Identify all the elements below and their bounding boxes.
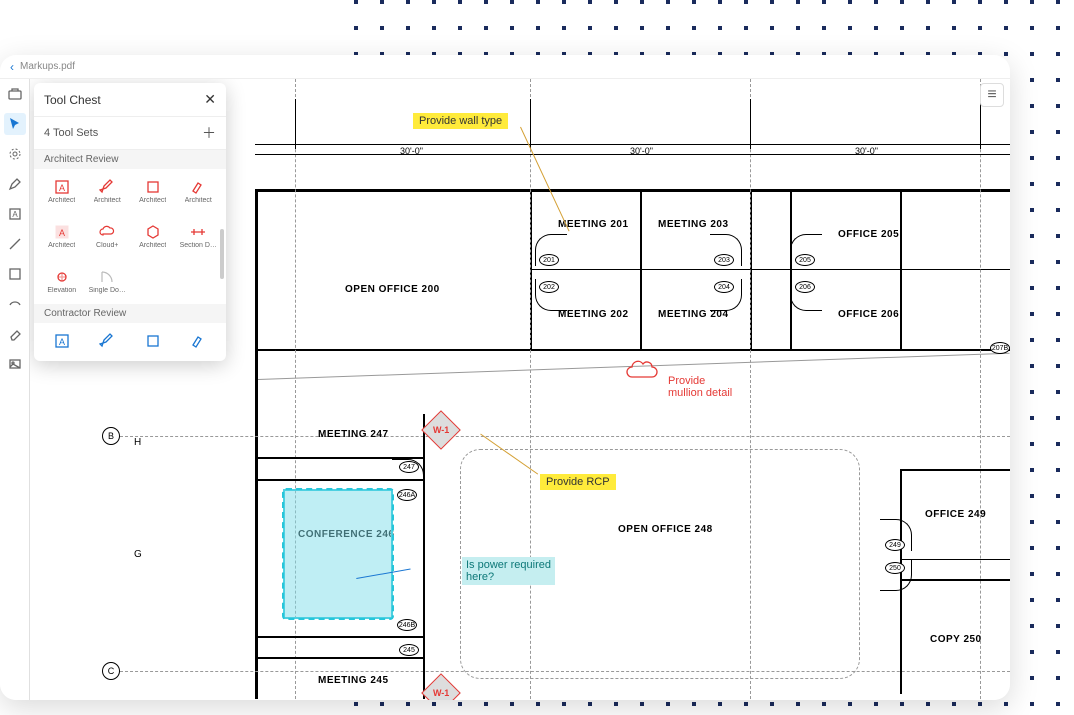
tool-highlighter[interactable] [177, 329, 221, 355]
section-contractor[interactable]: Contractor Review [34, 304, 226, 323]
tool-cloud[interactable]: Cloud+ [86, 220, 130, 253]
annotation-wall-type[interactable]: Provide wall type [413, 113, 508, 129]
svg-text:A: A [59, 337, 65, 347]
annotation-power[interactable]: Is power required here? [462, 557, 555, 585]
image-tool[interactable] [4, 353, 26, 375]
tool-section[interactable]: Section D… [177, 220, 221, 253]
tool-rect[interactable]: Architect [131, 175, 175, 208]
room-m202: MEETING 202 [558, 309, 629, 320]
room-m245: MEETING 245 [318, 675, 389, 686]
cursor-tool[interactable] [4, 113, 26, 135]
text-tool[interactable]: A [4, 203, 26, 225]
marker-w1[interactable]: W-1 [421, 410, 461, 450]
panel-title: Tool Chest [44, 93, 101, 107]
add-toolset-icon[interactable]: ＋ [202, 123, 216, 143]
tool-A-box[interactable]: AArchitect [40, 175, 84, 208]
room-o205: OFFICE 205 [838, 229, 899, 240]
room-open248: OPEN OFFICE 248 [618, 524, 713, 535]
grid-bubble-b: B [102, 427, 120, 445]
tool-pen[interactable] [86, 329, 130, 355]
cloud-markup[interactable] [624, 357, 664, 387]
tool-pen[interactable]: Architect [86, 175, 130, 208]
cyan-highlight-region[interactable] [283, 489, 393, 619]
dimension-2: 30'-0" [630, 146, 653, 156]
door-tag-245: 245 [399, 644, 419, 656]
room-open-200: OPEN OFFICE 200 [345, 284, 440, 295]
toolset-count: 4 Tool Sets [44, 127, 98, 139]
gear-icon[interactable] [4, 143, 26, 165]
svg-text:A: A [59, 228, 65, 238]
tool-A-box[interactable]: A [40, 329, 84, 355]
document-filename: Markups.pdf [20, 61, 75, 72]
shape-tool[interactable] [4, 263, 26, 285]
toolbox-icon[interactable] [4, 83, 26, 105]
vertical-toolbar: A [0, 79, 30, 700]
back-button[interactable]: ‹ [10, 60, 14, 74]
svg-text:A: A [59, 183, 65, 193]
measure-tool[interactable] [4, 293, 26, 315]
eraser-tool[interactable] [4, 323, 26, 345]
grid-bubble-c: C [102, 662, 120, 680]
svg-text:A: A [12, 210, 18, 219]
marker-w1-lower[interactable]: W-1 [421, 673, 461, 700]
dimension-3: 30'-0" [855, 146, 878, 156]
room-copy250: COPY 250 [930, 634, 982, 645]
app-window: ‹ Markups.pdf A ≡ Tool Chest ✕ [0, 55, 1010, 700]
dimension-1: 30'-0" [400, 146, 423, 156]
annotation-rcp[interactable]: Provide RCP [540, 474, 616, 490]
line-tool[interactable] [4, 233, 26, 255]
close-icon[interactable]: ✕ [204, 91, 216, 108]
tool-door[interactable]: Single Do… [86, 265, 130, 298]
tool-rect[interactable] [131, 329, 175, 355]
workspace: A ≡ Tool Chest ✕ 4 Tool Sets ＋ Architect… [0, 79, 1010, 700]
tool-chest-panel: Tool Chest ✕ 4 Tool Sets ＋ Architect Rev… [34, 83, 226, 361]
room-o249: OFFICE 249 [925, 509, 986, 520]
door-tag-207b: 207B [990, 342, 1010, 354]
tool-A-fill[interactable]: AArchitect [40, 220, 84, 253]
drawing-canvas[interactable]: ≡ Tool Chest ✕ 4 Tool Sets ＋ Architect R… [30, 79, 1010, 700]
section-architect[interactable]: Architect Review [34, 150, 226, 169]
titlebar: ‹ Markups.pdf [0, 55, 1010, 79]
annotation-mullion[interactable]: Provide mullion detail [668, 375, 732, 399]
tool-hexagon[interactable]: Architect [131, 220, 175, 253]
hamburger-menu-icon[interactable]: ≡ [980, 83, 1004, 107]
room-m247: MEETING 247 [318, 429, 389, 440]
scrollbar[interactable] [220, 229, 224, 279]
door-tag-246b: 246B [397, 619, 417, 631]
tool-highlighter[interactable]: Architect [177, 175, 221, 208]
room-o206: OFFICE 206 [838, 309, 899, 320]
tool-elevation[interactable]: Elevation [40, 265, 84, 298]
room-m203: MEETING 203 [658, 219, 729, 230]
grid-label-h: H [134, 437, 141, 448]
grid-label-g: G [134, 549, 142, 560]
pen-tool[interactable] [4, 173, 26, 195]
